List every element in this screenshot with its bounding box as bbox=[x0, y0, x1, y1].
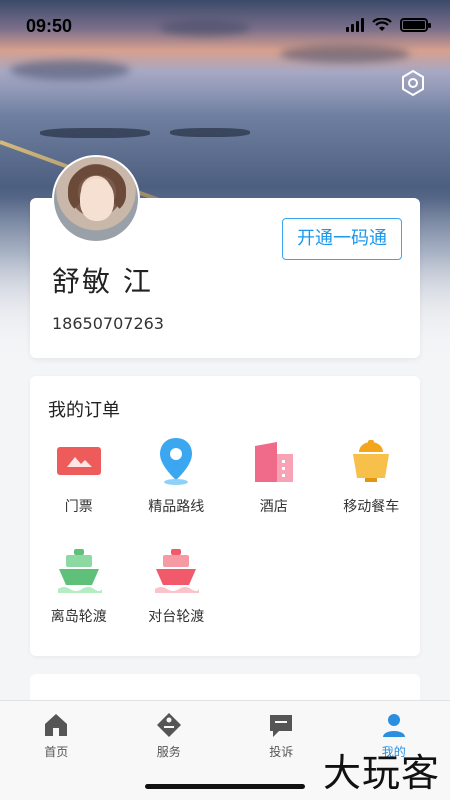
settings-button[interactable] bbox=[398, 68, 428, 98]
ferry-icon bbox=[57, 549, 102, 593]
open-pass-button[interactable]: 开通一码通 bbox=[282, 218, 402, 260]
order-item-taiwan-ferry[interactable]: 对台轮渡 bbox=[128, 546, 226, 626]
service-tag-icon bbox=[156, 713, 181, 737]
tab-home[interactable]: 首页 bbox=[0, 701, 113, 800]
order-item-tickets[interactable]: 门票 bbox=[30, 436, 128, 516]
user-icon bbox=[382, 714, 405, 737]
settings-hexagon-icon bbox=[402, 69, 424, 97]
food-cart-icon bbox=[353, 440, 390, 482]
location-pin-icon bbox=[160, 438, 193, 485]
hotel-icon bbox=[254, 442, 293, 482]
home-indicator bbox=[145, 784, 305, 789]
order-item-island-ferry[interactable]: 离岛轮渡 bbox=[30, 546, 128, 626]
orders-grid: 门票 精品路线 酒店 移动餐车 离岛轮渡 对台轮渡 bbox=[30, 436, 420, 626]
user-name: 舒敏 江 bbox=[52, 265, 153, 298]
orders-title: 我的订单 bbox=[48, 400, 120, 421]
cellular-signal-icon bbox=[346, 18, 364, 32]
ferry-icon bbox=[155, 549, 200, 593]
complaint-message-icon bbox=[270, 715, 293, 737]
home-icon bbox=[45, 714, 68, 736]
order-item-routes[interactable]: 精品路线 bbox=[128, 436, 226, 516]
avatar[interactable] bbox=[52, 155, 140, 243]
status-icons bbox=[346, 18, 431, 32]
watermark-logo: 大玩客 bbox=[322, 751, 440, 795]
my-orders-card: 我的订单 门票 精品路线 酒店 移动餐车 离岛轮渡 对台轮渡 bbox=[30, 376, 420, 656]
order-item-food-cart[interactable]: 移动餐车 bbox=[323, 436, 421, 516]
wifi-icon bbox=[372, 18, 392, 31]
status-bar: 09:50 bbox=[0, 0, 450, 50]
order-item-hotel[interactable]: 酒店 bbox=[225, 436, 323, 516]
status-time: 09:50 bbox=[26, 16, 73, 36]
ticket-icon bbox=[56, 447, 101, 475]
battery-icon bbox=[400, 18, 431, 32]
user-phone: 18650707263 bbox=[52, 314, 164, 333]
